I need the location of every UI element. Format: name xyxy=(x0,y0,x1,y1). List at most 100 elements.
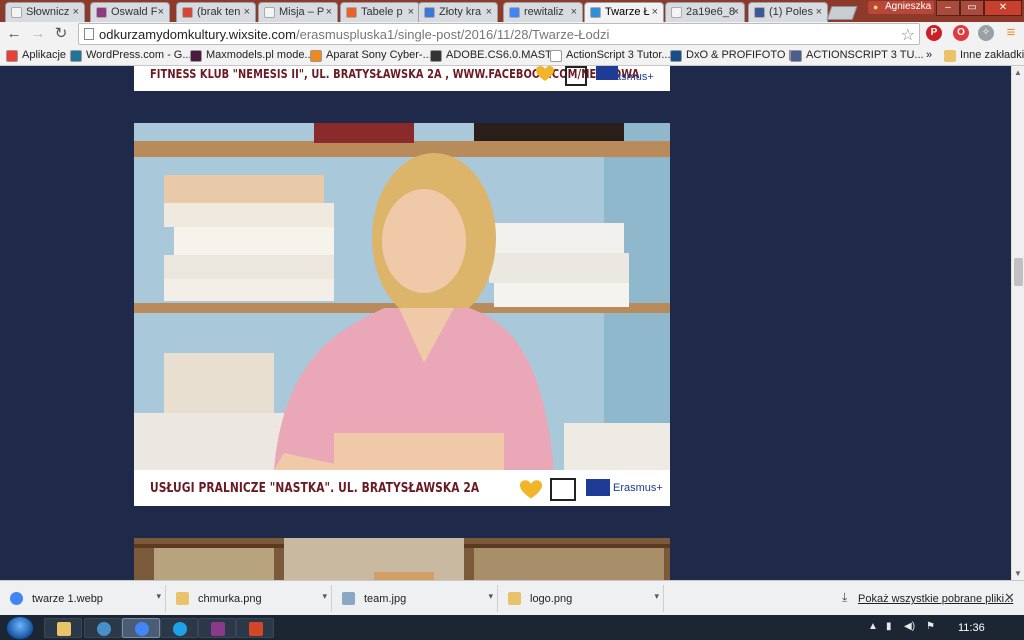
image-icon xyxy=(508,592,521,605)
tab[interactable]: 2a19e6_8 × xyxy=(665,2,745,22)
url-text[interactable]: odkurzamydomkultury.wixsite.com/erasmusp… xyxy=(99,27,609,42)
download-item[interactable]: team.jpg ▾ xyxy=(332,585,498,612)
puzzle-icon[interactable]: ✧ xyxy=(978,25,994,41)
bookmark-item[interactable]: Aparat Sony Cyber-... xyxy=(310,49,432,62)
chrome-icon xyxy=(10,592,23,605)
globe-icon xyxy=(97,622,111,636)
tab[interactable]: Słownicz × xyxy=(5,2,85,22)
minimize-button[interactable]: – xyxy=(936,0,960,16)
clock[interactable]: 11:36 xyxy=(958,622,985,634)
tab-close-icon[interactable]: × xyxy=(244,6,250,18)
tab[interactable]: (brak ten × xyxy=(176,2,256,22)
tab-close-icon[interactable]: × xyxy=(733,6,739,18)
taskbar-app-powerpoint[interactable] xyxy=(236,618,274,638)
tab-close-icon[interactable]: × xyxy=(73,6,79,18)
chevron-down-icon[interactable]: ▾ xyxy=(488,591,493,602)
start-button[interactable] xyxy=(6,616,34,640)
tab-favicon-icon xyxy=(11,7,22,18)
menu-icon[interactable]: ≡ xyxy=(1003,25,1019,41)
tab-close-icon[interactable]: × xyxy=(652,6,658,18)
tab-close-icon[interactable]: × xyxy=(326,6,332,18)
download-item[interactable]: twarze 1.webp ▾ xyxy=(0,585,166,612)
page-scrollbar[interactable]: ▲ ▼ xyxy=(1011,66,1024,580)
page-content: FITNESS KLUB "NEMESIS II", UL. BRATYSŁAW… xyxy=(0,66,1011,580)
taskbar-app-globe[interactable] xyxy=(84,618,122,638)
explorer-icon xyxy=(57,622,71,636)
tab-strip: Słownicz × Oswald F × (brak ten × Misja – P × Ta… xyxy=(0,0,1024,22)
erasmus-label: Erasmus+ xyxy=(613,482,663,494)
address-bar[interactable]: odkurzamydomkultury.wixsite.com/erasmusp… xyxy=(78,23,920,45)
profile-button[interactable]: ● Agnieszka xyxy=(868,1,934,14)
bookmark-favicon-icon xyxy=(310,50,322,62)
chevron-down-icon[interactable]: ▾ xyxy=(322,591,327,602)
pinterest-icon[interactable]: P xyxy=(926,25,942,41)
forward-arrow-icon[interactable]: → xyxy=(29,25,47,43)
tab[interactable]: (1) Poles × xyxy=(748,2,828,22)
post-image-bookshop xyxy=(134,538,670,580)
download-icon: ⤓ xyxy=(842,590,848,604)
scroll-thumb[interactable] xyxy=(1014,258,1023,286)
taskbar-app-ie[interactable] xyxy=(160,618,198,638)
tray-arrow-icon[interactable]: ▲ xyxy=(868,621,878,632)
show-all-downloads-link[interactable]: Pokaż wszystkie pobrane pliki... xyxy=(858,593,1013,605)
opera-icon[interactable]: O xyxy=(953,25,969,41)
bookmark-item[interactable]: WordPress.com - G... xyxy=(70,49,192,62)
download-filename: team.jpg xyxy=(364,593,407,605)
bookmark-favicon-icon xyxy=(430,50,442,62)
bookmark-item[interactable]: ActionScript 3 Tutor... xyxy=(550,49,671,62)
taskbar-app-explorer[interactable] xyxy=(44,618,82,638)
caption-strip: USŁUGI PRALNICZE "NASTKA". UL. BRATYSŁAW… xyxy=(134,470,670,506)
bookmark-item[interactable]: ACTIONSCRIPT 3 TU... xyxy=(790,49,924,62)
bookmark-label: ADOBE.CS6.0.MAST... xyxy=(446,49,560,61)
tab[interactable]: Złoty kra × xyxy=(418,2,498,22)
tab-close-icon[interactable]: × xyxy=(816,6,822,18)
tab-label: (1) Poles xyxy=(769,6,814,18)
photo-laundry-woman xyxy=(134,123,670,470)
volume-icon[interactable]: ◀) xyxy=(904,621,915,632)
chevron-down-icon[interactable]: ▾ xyxy=(654,591,659,602)
bookmark-favicon-icon xyxy=(190,50,202,62)
close-icon[interactable]: ✕ xyxy=(1004,590,1015,606)
bookmarks-overflow[interactable]: » xyxy=(926,49,932,61)
tab[interactable]: Oswald F × xyxy=(90,2,170,22)
bookmark-item[interactable]: DxO & PROFIFOTO |... xyxy=(670,49,801,62)
taskbar-app-chrome[interactable] xyxy=(122,618,160,638)
tab-favicon-icon xyxy=(671,7,682,18)
close-window-button[interactable]: ✕ xyxy=(984,0,1022,16)
bookmark-item[interactable]: Maxmodels.pl mode... xyxy=(190,49,314,62)
tab-close-icon[interactable]: × xyxy=(408,6,414,18)
tray-network-icon[interactable]: ▮ xyxy=(886,621,892,632)
maximize-button[interactable]: ▭ xyxy=(960,0,984,16)
tab-close-icon[interactable]: × xyxy=(486,6,492,18)
tab-favicon-icon xyxy=(96,7,107,18)
scroll-up-icon[interactable]: ▲ xyxy=(1014,68,1022,77)
tab[interactable]: Twarze Ł × xyxy=(584,2,664,22)
tab-label: rewitaliz xyxy=(524,6,564,18)
bookmark-star-icon[interactable]: ☆ xyxy=(901,25,915,45)
tab-close-icon[interactable]: × xyxy=(571,6,577,18)
bookmark-item[interactable]: Aplikacje xyxy=(6,49,66,62)
tab[interactable]: rewitaliz × xyxy=(503,2,583,22)
flag-icon[interactable]: ⚑ xyxy=(926,621,935,632)
bookmark-label: DxO & PROFIFOTO |... xyxy=(686,49,801,61)
browser-toolbar: ← → ↻ odkurzamydomkultury.wixsite.com/er… xyxy=(0,22,1024,46)
reload-icon[interactable]: ↻ xyxy=(52,25,70,43)
download-filename: chmurka.png xyxy=(198,593,262,605)
download-item[interactable]: chmurka.png ▾ xyxy=(166,585,332,612)
chevron-down-icon[interactable]: ▾ xyxy=(156,591,161,602)
tab-label: Tabele p xyxy=(361,6,403,18)
tab[interactable]: Tabele p × xyxy=(340,2,420,22)
heart-logo-icon xyxy=(520,480,542,499)
download-item[interactable]: logo.png ▾ xyxy=(498,585,664,612)
scroll-down-icon[interactable]: ▼ xyxy=(1014,569,1022,578)
bookmark-favicon-icon xyxy=(70,50,82,62)
other-bookmarks-folder[interactable]: Inne zakładki xyxy=(944,49,1024,62)
new-tab-button[interactable] xyxy=(826,6,858,20)
tab-close-icon[interactable]: × xyxy=(158,6,164,18)
bookmark-item[interactable]: ADOBE.CS6.0.MAST... xyxy=(430,49,560,62)
building-logo-icon xyxy=(550,478,576,501)
heart-logo-icon xyxy=(536,66,554,81)
taskbar-app-winrar[interactable] xyxy=(198,618,236,638)
tab[interactable]: Misja – P × xyxy=(258,2,338,22)
back-arrow-icon[interactable]: ← xyxy=(5,25,23,43)
